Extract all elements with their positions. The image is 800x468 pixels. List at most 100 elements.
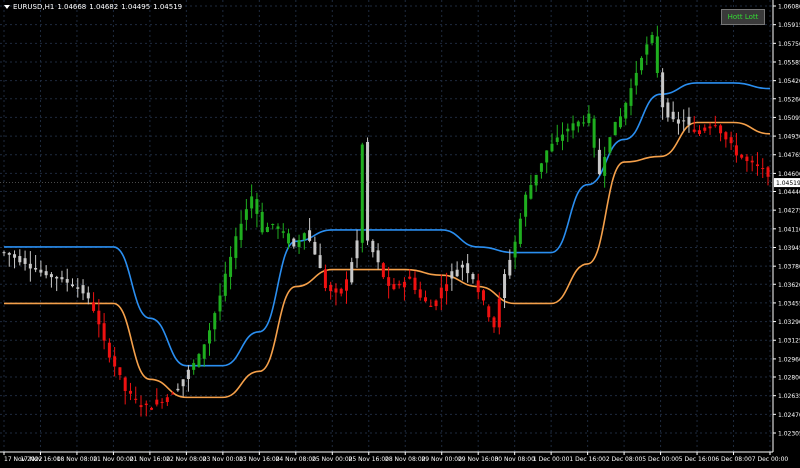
candle-body bbox=[318, 255, 322, 269]
candle-body bbox=[708, 126, 712, 129]
candle-body bbox=[144, 403, 148, 406]
price-tick-label: 1.03290 bbox=[778, 319, 800, 326]
candle-body bbox=[582, 122, 586, 124]
price-tick-label: 1.06080 bbox=[778, 4, 800, 11]
candle-body bbox=[629, 88, 633, 106]
time-tick-label: 17 Nov 16:00 bbox=[20, 456, 61, 463]
candle-body bbox=[518, 218, 522, 244]
candle-body bbox=[481, 290, 485, 301]
candle-body bbox=[439, 287, 443, 299]
price-tick-label: 1.03620 bbox=[778, 282, 800, 289]
time-tick-label: 22 Nov 08:00 bbox=[166, 456, 207, 463]
candle-body bbox=[724, 132, 728, 140]
candle-body bbox=[719, 125, 723, 134]
candle-body bbox=[618, 116, 622, 128]
candle-body bbox=[450, 271, 454, 279]
candle-body bbox=[7, 252, 11, 255]
price-chart[interactable]: 1.06080 1.05915 1.05750 1.05585 1.05420 1.052… bbox=[0, 0, 800, 464]
candle-body bbox=[260, 211, 264, 233]
current-price-label: 1.04519 bbox=[776, 180, 800, 187]
candle-body bbox=[740, 154, 744, 158]
candle-body bbox=[255, 199, 259, 214]
candle-body bbox=[18, 256, 22, 263]
candle-body bbox=[102, 323, 106, 341]
symbol-header: EURUSD,H1 1.04668 1.04682 1.04495 1.04519 bbox=[4, 3, 185, 11]
close-value: 1.04519 bbox=[153, 3, 183, 11]
candle-body bbox=[497, 298, 501, 328]
time-tick-label: 5 Dec 16:00 bbox=[679, 456, 716, 463]
candle-body bbox=[429, 305, 433, 307]
candle-body bbox=[671, 111, 675, 120]
candle-body bbox=[566, 128, 570, 132]
candle-body bbox=[529, 185, 533, 199]
candle-body bbox=[123, 377, 127, 391]
candle-body bbox=[229, 256, 233, 277]
menu-triangle-icon[interactable] bbox=[4, 5, 10, 9]
candle-body bbox=[155, 399, 159, 405]
candle-body bbox=[308, 230, 312, 241]
time-tick-label: 5 Dec 00:00 bbox=[642, 456, 679, 463]
price-tick-label: 1.02305 bbox=[778, 431, 800, 438]
price-tick-label: 1.04275 bbox=[778, 208, 800, 215]
candle-body bbox=[492, 317, 496, 328]
candle-body bbox=[13, 254, 17, 258]
candle-body bbox=[334, 288, 338, 293]
candle-body bbox=[734, 145, 738, 156]
candle-body bbox=[287, 233, 291, 244]
price-tick-label: 1.03455 bbox=[778, 300, 800, 307]
candle-body bbox=[355, 240, 359, 259]
candle-body bbox=[160, 401, 164, 403]
candle-body bbox=[197, 354, 201, 367]
price-tick-label: 1.04765 bbox=[778, 152, 800, 159]
time-tick-label: 21 Nov 16:00 bbox=[130, 456, 171, 463]
open-value: 1.04668 bbox=[57, 3, 87, 11]
candle-body bbox=[192, 363, 196, 370]
candle-body bbox=[576, 121, 580, 127]
time-tick-label: 21 Nov 00:00 bbox=[93, 456, 134, 463]
candle-body bbox=[150, 407, 154, 410]
candle-body bbox=[276, 226, 280, 229]
candle-body bbox=[729, 137, 733, 144]
symbol-name: EURUSD,H1 bbox=[13, 3, 55, 11]
candle-body bbox=[250, 196, 254, 209]
candle-body bbox=[503, 274, 507, 299]
time-tick-label: 29 Nov 16:00 bbox=[458, 456, 499, 463]
candle-body bbox=[418, 289, 422, 298]
candle-body bbox=[281, 231, 285, 233]
candle-body bbox=[171, 393, 175, 395]
time-tick-label: 23 Nov 00:00 bbox=[203, 456, 244, 463]
candle-body bbox=[750, 160, 754, 163]
candle-body bbox=[676, 119, 680, 124]
time-tick-label: 2 Dec 08:00 bbox=[606, 456, 643, 463]
price-tick-label: 1.03945 bbox=[778, 245, 800, 252]
price-tick-label: 1.02800 bbox=[778, 375, 800, 382]
candle-body bbox=[402, 281, 406, 288]
candle-body bbox=[239, 223, 243, 240]
candle-body bbox=[55, 276, 59, 279]
candle-body bbox=[655, 36, 659, 73]
high-value: 1.04682 bbox=[89, 3, 119, 11]
candle-body bbox=[761, 168, 765, 170]
candle-body bbox=[434, 300, 438, 307]
time-tick-label: 18 Nov 08:00 bbox=[57, 456, 98, 463]
candle-body bbox=[139, 405, 143, 408]
candle-body bbox=[313, 241, 317, 255]
candle-body bbox=[634, 72, 638, 86]
chart-background bbox=[0, 0, 800, 464]
candle-body bbox=[424, 297, 428, 302]
price-tick-label: 1.05260 bbox=[778, 96, 800, 103]
candle-body bbox=[387, 277, 391, 286]
candle-body bbox=[587, 113, 591, 124]
price-tick-label: 1.05420 bbox=[778, 78, 800, 85]
candle-body bbox=[392, 284, 396, 290]
time-tick-label: 28 Nov 08:00 bbox=[385, 456, 426, 463]
chart-window[interactable]: 1.06080 1.05915 1.05750 1.05585 1.05420 1.052… bbox=[0, 0, 800, 464]
time-tick-label: 25 Nov 16:00 bbox=[349, 456, 390, 463]
candle-body bbox=[297, 240, 301, 248]
price-tick-label: 1.04110 bbox=[778, 226, 800, 233]
candle-body bbox=[107, 342, 111, 358]
hott-lott-button[interactable]: Hott Lott bbox=[721, 9, 765, 25]
candle-body bbox=[397, 283, 401, 286]
price-tick-label: 1.05750 bbox=[778, 41, 800, 48]
candle-body bbox=[234, 236, 238, 258]
